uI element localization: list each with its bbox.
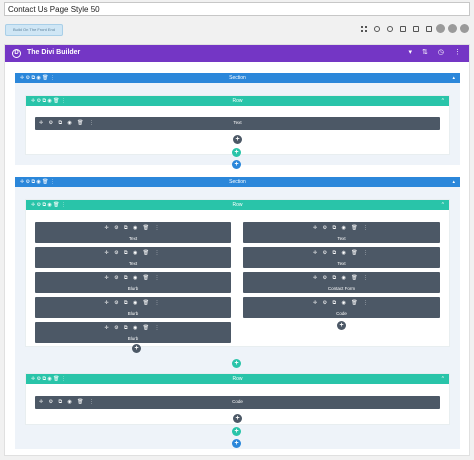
row-header[interactable]: ✛ ⚙ ⧉ ◉ 🗑 ⋮ Row ^ bbox=[26, 96, 449, 106]
module-label: Blurb bbox=[127, 286, 139, 291]
module-text[interactable]: ✛ ⚙ ⧉ ◉ 🗑 ⋮ Text bbox=[35, 117, 440, 130]
divi-builder-header: D The Divi Builder ▾ ⇅ ◷ ⋮ bbox=[5, 45, 469, 62]
divi-editor-page: Build On The Front End D The Divi Builde… bbox=[0, 0, 474, 460]
section-1-header[interactable]: ✛ ⚙ ⧉ ◉ 🗑 ⋮ Section ▴ bbox=[15, 73, 460, 83]
section-label: Section bbox=[229, 75, 246, 81]
row-header[interactable]: ✛ ⚙ ⧉ ◉ 🗑 ⋮ Row ^ bbox=[26, 374, 449, 384]
divi-builder-title: The Divi Builder bbox=[27, 49, 81, 56]
section-2-header[interactable]: ✛ ⚙ ⧉ ◉ 🗑 ⋮ Section ▴ bbox=[15, 177, 460, 187]
wireframe-view-icon[interactable] bbox=[361, 26, 367, 32]
collapse-dropdown-icon[interactable]: ▾ bbox=[409, 48, 413, 56]
sort-icon[interactable]: ⇅ bbox=[422, 48, 428, 56]
more-options-icon[interactable]: ⋮ bbox=[454, 48, 461, 56]
section-2: ✛ ⚙ ⧉ ◉ 🗑 ⋮ Section ▴ ✛ ⚙ ⧉ ◉ 🗑 ⋮ Row ^ … bbox=[15, 177, 460, 449]
zoom-icon[interactable] bbox=[374, 26, 380, 32]
module-tools-icons[interactable]: ✛ ⚙ ⧉ ◉ 🗑 ⋮ bbox=[35, 275, 231, 281]
module-text[interactable]: ✛ ⚙ ⧉ ◉ 🗑 ⋮ Text bbox=[35, 222, 231, 243]
add-module-button[interactable]: + bbox=[233, 135, 242, 144]
add-module-button[interactable]: + bbox=[233, 414, 242, 423]
builder-global-actions bbox=[436, 24, 469, 33]
module-text[interactable]: ✛ ⚙ ⧉ ◉ 🗑 ⋮ Text bbox=[35, 247, 231, 268]
add-section-button[interactable]: + bbox=[232, 160, 241, 169]
module-tools-icons[interactable]: ✛ ⚙ ⧉ ◉ 🗑 ⋮ bbox=[35, 325, 231, 331]
use-visual-builder-button[interactable]: Build On The Front End bbox=[5, 24, 63, 36]
divi-builder-panel: D The Divi Builder ▾ ⇅ ◷ ⋮ ✛ ⚙ ⧉ ◉ 🗑 ⋮ S… bbox=[4, 44, 470, 456]
module-label: Blurb bbox=[127, 311, 139, 316]
section-label: Section bbox=[229, 179, 246, 185]
module-blurb[interactable]: ✛ ⚙ ⧉ ◉ 🗑 ⋮ Blurb bbox=[35, 272, 231, 293]
module-label: Text bbox=[337, 236, 346, 241]
add-row-button[interactable]: + bbox=[232, 148, 241, 157]
module-label: Text bbox=[128, 261, 138, 266]
module-blurb[interactable]: ✛ ⚙ ⧉ ◉ 🗑 ⋮ Blurb bbox=[35, 297, 231, 318]
chat-icon[interactable] bbox=[387, 26, 393, 32]
module-text[interactable]: ✛ ⚙ ⧉ ◉ 🗑 ⋮ Text bbox=[243, 222, 440, 243]
module-tools-icons[interactable]: ✛ ⚙ ⧉ ◉ 🗑 ⋮ bbox=[243, 300, 440, 306]
section-1-row-1: ✛ ⚙ ⧉ ◉ 🗑 ⋮ Row ^ ✛ ⚙ ⧉ ◉ 🗑 ⋮ Text + bbox=[25, 95, 450, 155]
module-label: Code bbox=[232, 399, 243, 404]
module-tools-icons[interactable]: ✛ ⚙ ⧉ ◉ 🗑 ⋮ bbox=[243, 250, 440, 256]
history-clock-icon[interactable]: ◷ bbox=[438, 48, 444, 56]
module-tools-icons[interactable]: ✛ ⚙ ⧉ ◉ 🗑 ⋮ bbox=[35, 225, 231, 231]
divi-builder-controls: ▾ ⇅ ◷ ⋮ bbox=[409, 48, 462, 56]
add-row-button[interactable]: + bbox=[232, 427, 241, 436]
module-tools-icons[interactable]: ✛ ⚙ ⧉ ◉ 🗑 ⋮ bbox=[243, 225, 440, 231]
add-row-button[interactable]: + bbox=[232, 359, 241, 368]
module-blurb[interactable]: ✛ ⚙ ⧉ ◉ 🗑 ⋮ Blurb bbox=[35, 322, 231, 343]
undo-icon[interactable] bbox=[436, 24, 445, 33]
module-text[interactable]: ✛ ⚙ ⧉ ◉ 🗑 ⋮ Text bbox=[243, 247, 440, 268]
add-module-button-col-1[interactable]: + bbox=[132, 344, 141, 353]
row-label: Row bbox=[232, 98, 243, 104]
module-tools-icons[interactable]: ✛ ⚙ ⧉ ◉ 🗑 ⋮ bbox=[35, 300, 231, 306]
module-label: Code bbox=[336, 311, 347, 316]
module-code[interactable]: ✛ ⚙ ⧉ ◉ 🗑 ⋮ Code bbox=[243, 297, 440, 318]
collapse-caret-icon[interactable]: ▴ bbox=[452, 177, 455, 187]
phone-icon[interactable] bbox=[426, 26, 432, 32]
divi-logo-icon: D bbox=[12, 49, 21, 58]
row-label: Row bbox=[232, 376, 243, 382]
section-2-row-2: ✛ ⚙ ⧉ ◉ 🗑 ⋮ Row ^ ✛ ⚙ ⧉ ◉ 🗑 ⋮ Code + bbox=[25, 373, 450, 425]
section-1: ✛ ⚙ ⧉ ◉ 🗑 ⋮ Section ▴ ✛ ⚙ ⧉ ◉ 🗑 ⋮ Row ^ … bbox=[15, 73, 460, 169]
module-tools-icons[interactable]: ✛ ⚙ ⧉ ◉ 🗑 ⋮ bbox=[243, 275, 440, 281]
add-section-button[interactable]: + bbox=[232, 439, 241, 448]
collapse-caret-icon[interactable]: ^ bbox=[442, 374, 444, 384]
page-title-input[interactable] bbox=[4, 2, 470, 16]
tablet-icon[interactable] bbox=[413, 26, 419, 32]
module-label: Text bbox=[128, 236, 138, 241]
module-code[interactable]: ✛ ⚙ ⧉ ◉ 🗑 ⋮ Code bbox=[35, 396, 440, 409]
redo-icon[interactable] bbox=[448, 24, 457, 33]
section-2-row-1: ✛ ⚙ ⧉ ◉ 🗑 ⋮ Row ^ ✛ ⚙ ⧉ ◉ 🗑 ⋮ Text ✛ ⚙ ⧉… bbox=[25, 199, 450, 347]
module-label: Blurb bbox=[127, 336, 139, 341]
module-label: Text bbox=[233, 120, 242, 125]
module-label: Text bbox=[337, 261, 346, 266]
collapse-caret-icon[interactable]: ▴ bbox=[452, 73, 455, 83]
add-module-button-col-2[interactable]: + bbox=[337, 321, 346, 330]
row-header[interactable]: ✛ ⚙ ⧉ ◉ 🗑 ⋮ Row ^ bbox=[26, 200, 449, 210]
history-icon[interactable] bbox=[460, 24, 469, 33]
module-label: Contact Form bbox=[327, 286, 356, 291]
collapse-caret-icon[interactable]: ^ bbox=[442, 96, 444, 106]
module-contact-form[interactable]: ✛ ⚙ ⧉ ◉ 🗑 ⋮ Contact Form bbox=[243, 272, 440, 293]
view-mode-icons bbox=[361, 26, 432, 32]
row-label: Row bbox=[232, 202, 243, 208]
collapse-caret-icon[interactable]: ^ bbox=[442, 200, 444, 210]
desktop-icon[interactable] bbox=[400, 26, 406, 32]
module-tools-icons[interactable]: ✛ ⚙ ⧉ ◉ 🗑 ⋮ bbox=[35, 250, 231, 256]
